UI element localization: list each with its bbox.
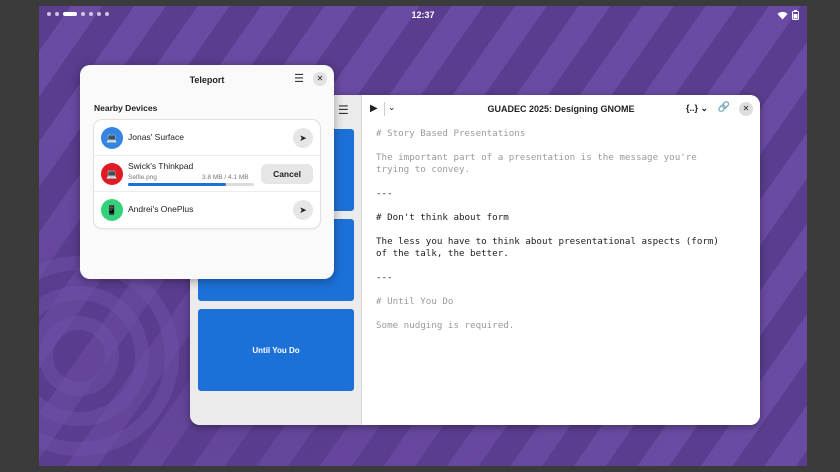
markdown-line: # Until You Do xyxy=(376,296,454,307)
close-icon[interactable]: ✕ xyxy=(313,72,327,86)
desktop: 12:37 ☰ Until You Do ▶ ⌄ GUADEC 2025: De… xyxy=(39,6,807,466)
markdown-line: of the talk, the better. xyxy=(376,248,509,259)
device-list: 💻 Jonas' Surface ➤ 💻 Swick's Thinkpad Se… xyxy=(94,120,320,228)
laptop-icon: 💻 xyxy=(101,163,123,185)
send-button[interactable]: ➤ xyxy=(293,200,313,220)
markdown-line xyxy=(376,200,746,212)
device-row[interactable]: 💻 Swick's Thinkpad Selfie.png 3.8 MB / 4… xyxy=(94,156,320,192)
menu-icon[interactable]: ☰ xyxy=(338,103,349,117)
close-icon[interactable]: ✕ xyxy=(739,102,753,116)
markdown-line: The less you have to think about present… xyxy=(376,236,719,247)
device-row[interactable]: 📱 Andrei's OnePlus ➤ xyxy=(94,192,320,228)
markdown-line xyxy=(376,176,746,188)
system-status[interactable] xyxy=(777,10,799,22)
editor-pane: ▶ ⌄ GUADEC 2025: Designing GNOME {..} ⌄ … xyxy=(362,95,760,425)
markdown-line: # Story Based Presentations xyxy=(376,128,526,139)
menu-icon[interactable]: ☰ xyxy=(294,72,304,85)
format-label: {..} xyxy=(685,103,698,113)
teleport-dialog: Teleport ☰ ✕ Nearby Devices 💻 Jonas' Sur… xyxy=(80,65,334,279)
markdown-line xyxy=(376,224,746,236)
markdown-line xyxy=(376,260,746,272)
wallpaper-arc xyxy=(39,316,119,396)
markdown-line xyxy=(376,284,746,296)
transfer-size: 3.8 MB / 4.1 MB xyxy=(202,174,249,181)
slide-thumbnail[interactable]: Until You Do xyxy=(198,309,354,391)
markdown-text-area[interactable]: # Story Based Presentations The important… xyxy=(376,128,746,332)
markdown-line: # Don't think about form xyxy=(376,212,509,223)
wifi-icon xyxy=(777,11,788,22)
cancel-button[interactable]: Cancel xyxy=(261,164,313,184)
markdown-line: The important part of a presentation is … xyxy=(376,152,697,163)
markdown-line xyxy=(376,308,746,320)
transfer-progress-bar xyxy=(128,183,254,186)
clock[interactable]: 12:37 xyxy=(39,10,807,20)
markdown-line: --- xyxy=(376,272,393,283)
section-heading: Nearby Devices xyxy=(94,103,158,113)
device-name: Jonas' Surface xyxy=(128,132,184,142)
markdown-line: Some nudging is required. xyxy=(376,320,515,331)
device-name: Andrei's OnePlus xyxy=(128,204,194,214)
markdown-line: --- xyxy=(376,188,393,199)
link-icon[interactable]: 🔗 xyxy=(718,102,730,113)
device-row[interactable]: 💻 Jonas' Surface ➤ xyxy=(94,120,320,156)
screen-frame: 12:37 ☰ Until You Do ▶ ⌄ GUADEC 2025: De… xyxy=(0,0,840,472)
send-button[interactable]: ➤ xyxy=(293,128,313,148)
laptop-icon: 💻 xyxy=(101,127,123,149)
markdown-line xyxy=(376,140,746,152)
phone-icon: 📱 xyxy=(101,199,123,221)
device-name: Swick's Thinkpad xyxy=(128,161,194,171)
markdown-line: trying to convey. xyxy=(376,164,471,175)
battery-icon xyxy=(792,10,799,22)
transfer-file-name: Selfie.png xyxy=(128,174,157,181)
progress-fill xyxy=(128,183,227,186)
top-bar: 12:37 xyxy=(39,6,807,24)
editor-header-bar: ▶ ⌄ GUADEC 2025: Designing GNOME {..} ⌄ … xyxy=(362,95,760,123)
format-menu-button[interactable]: {..} ⌄ xyxy=(686,103,708,114)
